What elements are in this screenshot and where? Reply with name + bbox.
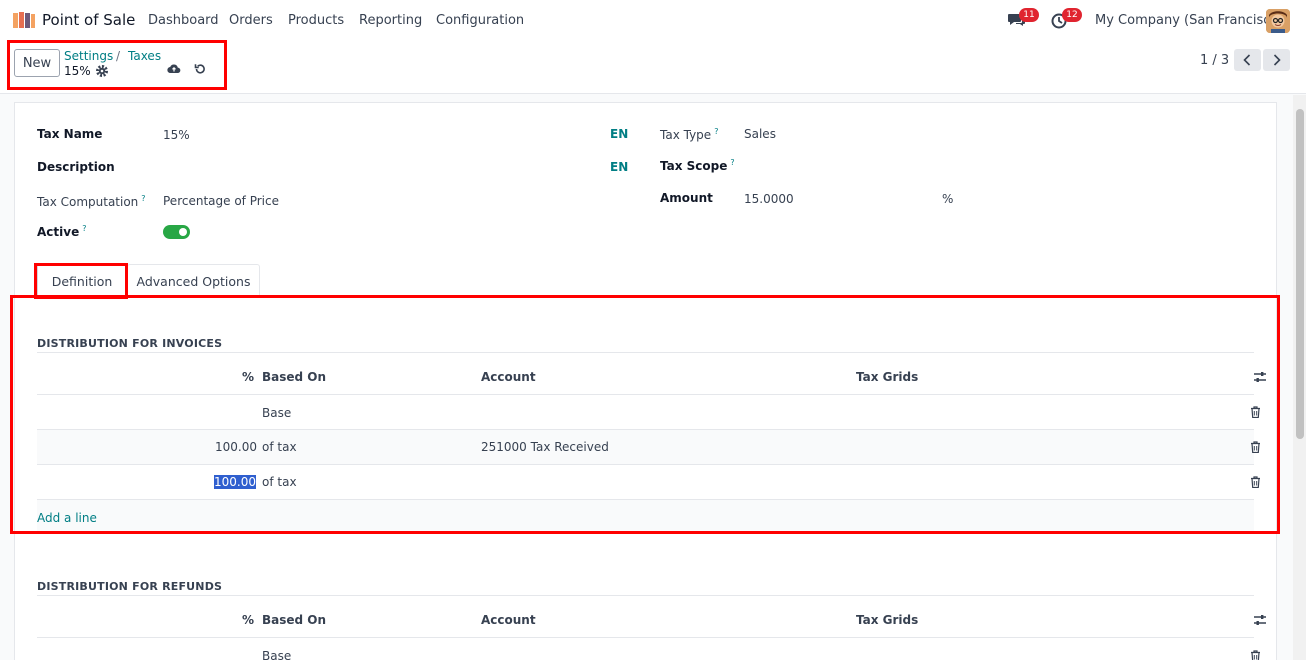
- table-row-editing[interactable]: 100.00 of tax: [37, 464, 1260, 500]
- trash-icon[interactable]: [1250, 441, 1261, 453]
- chevron-left-icon: [1243, 54, 1251, 66]
- amount-label: Amount: [660, 191, 713, 205]
- column-header-percent[interactable]: %: [242, 613, 254, 627]
- section-divider: [37, 595, 1254, 596]
- active-toggle[interactable]: [163, 225, 190, 239]
- percent-input[interactable]: 100.00: [214, 475, 256, 489]
- new-button[interactable]: New: [14, 49, 60, 77]
- record-name: 15%: [64, 64, 91, 78]
- pager-previous-button[interactable]: [1234, 49, 1261, 71]
- based-on-cell[interactable]: Base: [262, 649, 291, 660]
- help-tooltip-icon[interactable]: ?: [730, 158, 734, 167]
- selected-percent-text[interactable]: 100.00: [214, 475, 256, 489]
- tax-type-field[interactable]: Sales: [744, 127, 776, 141]
- table-row[interactable]: 100.00 of tax 251000 Tax Received: [37, 429, 1260, 464]
- active-label: Active?: [37, 224, 87, 239]
- point-of-sale-logo-icon[interactable]: [12, 11, 36, 29]
- tax-scope-label: Tax Scope?: [660, 158, 735, 173]
- column-header-tax-grids[interactable]: Tax Grids: [856, 370, 918, 384]
- column-header-percent[interactable]: %: [242, 370, 254, 384]
- tab-advanced-options[interactable]: Advanced Options: [127, 264, 260, 297]
- chevron-right-icon: [1273, 54, 1281, 66]
- description-translate-button[interactable]: EN: [610, 160, 628, 174]
- tax-computation-label: Tax Computation?: [37, 194, 146, 209]
- menu-orders[interactable]: Orders: [229, 13, 273, 28]
- amount-field[interactable]: 15.0000: [744, 192, 794, 206]
- description-label: Description: [37, 160, 115, 174]
- amount-unit: %: [942, 192, 954, 206]
- user-avatar[interactable]: [1266, 9, 1290, 33]
- section-divider: [37, 352, 1254, 353]
- column-header-tax-grids[interactable]: Tax Grids: [856, 613, 918, 627]
- control-panel: New Settings / Taxes 15% 1 / 3: [0, 40, 1306, 94]
- trash-icon[interactable]: [1250, 406, 1261, 418]
- tax-name-label: Tax Name: [37, 127, 103, 141]
- column-header-account[interactable]: Account: [481, 613, 536, 627]
- column-header-based-on[interactable]: Based On: [262, 370, 326, 384]
- app-name[interactable]: Point of Sale: [42, 11, 135, 29]
- based-on-cell[interactable]: Base: [262, 406, 291, 420]
- table-row[interactable]: Base: [37, 394, 1260, 429]
- based-on-cell[interactable]: of tax: [262, 475, 297, 489]
- menu-reporting[interactable]: Reporting: [359, 13, 422, 28]
- gear-icon[interactable]: [95, 64, 109, 78]
- help-tooltip-icon[interactable]: ?: [714, 127, 718, 136]
- breadcrumb-separator: /: [116, 49, 121, 63]
- refunds-section-title: DISTRIBUTION FOR REFUNDS: [37, 580, 223, 593]
- form-sheet: Tax Name 15% EN Description EN Tax Compu…: [14, 102, 1277, 660]
- tab-definition[interactable]: Definition: [37, 264, 127, 298]
- table-row[interactable]: Base: [37, 637, 1260, 660]
- add-line-link[interactable]: Add a line: [37, 511, 97, 525]
- top-navbar: Point of Sale Dashboard Orders Products …: [0, 0, 1306, 40]
- breadcrumb-taxes[interactable]: Taxes: [128, 49, 161, 63]
- activities-badge: 12: [1062, 8, 1082, 22]
- trash-icon[interactable]: [1250, 476, 1261, 488]
- save-cloud-icon[interactable]: [167, 62, 181, 76]
- add-line-row: Add a line: [37, 499, 1254, 534]
- trash-icon[interactable]: [1250, 650, 1261, 660]
- help-tooltip-icon[interactable]: ?: [82, 224, 86, 233]
- column-header-based-on[interactable]: Based On: [262, 613, 326, 627]
- user-avatar-icon: [1266, 9, 1290, 33]
- tax-name-field[interactable]: 15%: [163, 128, 190, 142]
- invoices-section-title: DISTRIBUTION FOR INVOICES: [37, 337, 223, 350]
- company-switcher[interactable]: My Company (San Francisco): [1095, 13, 1283, 28]
- messages-badge: 11: [1019, 8, 1039, 22]
- scrollbar-thumb[interactable]: [1296, 109, 1304, 439]
- help-tooltip-icon[interactable]: ?: [141, 194, 145, 203]
- pager-value[interactable]: 1 / 3: [1200, 53, 1229, 68]
- tax-type-label: Tax Type?: [660, 127, 719, 142]
- discard-undo-icon[interactable]: [193, 62, 207, 76]
- page-scrollbar[interactable]: [1293, 95, 1306, 660]
- pager-next-button[interactable]: [1263, 49, 1290, 71]
- tax-name-translate-button[interactable]: EN: [610, 127, 628, 141]
- menu-configuration[interactable]: Configuration: [436, 13, 524, 28]
- percent-cell[interactable]: 100.00: [215, 440, 257, 454]
- optional-columns-icon[interactable]: [1253, 370, 1267, 384]
- based-on-cell[interactable]: of tax: [262, 440, 297, 454]
- menu-products[interactable]: Products: [288, 13, 344, 28]
- account-cell[interactable]: 251000 Tax Received: [481, 440, 609, 454]
- tax-computation-field[interactable]: Percentage of Price: [163, 194, 279, 208]
- optional-columns-icon[interactable]: [1253, 613, 1267, 627]
- menu-dashboard[interactable]: Dashboard: [148, 13, 219, 28]
- breadcrumb-settings[interactable]: Settings: [64, 49, 113, 63]
- column-header-account[interactable]: Account: [481, 370, 536, 384]
